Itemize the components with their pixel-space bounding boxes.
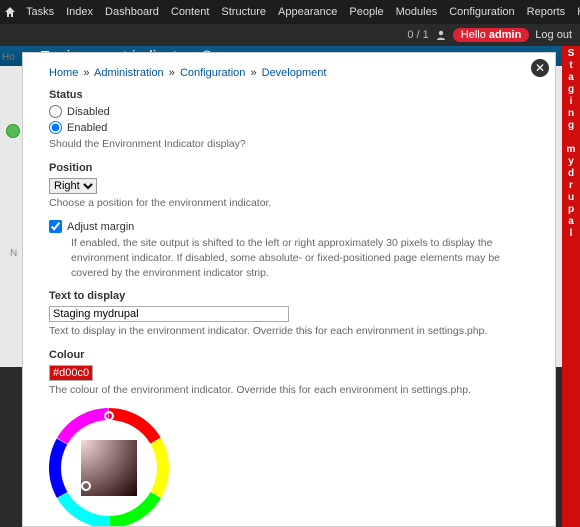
breadcrumb-dev[interactable]: Development (262, 67, 327, 79)
close-icon[interactable]: ✕ (531, 59, 549, 77)
text-desc: Text to display in the environment indic… (49, 324, 537, 339)
breadcrumb-config[interactable]: Configuration (180, 67, 245, 79)
toolbar-item-help[interactable]: Help (571, 0, 580, 24)
status-disabled-label: Disabled (67, 106, 110, 118)
colour-picker[interactable] (49, 408, 537, 527)
toolbar-item-appearance[interactable]: Appearance (272, 0, 343, 24)
breadcrumb-admin[interactable]: Administration (94, 67, 164, 79)
bg-letter: N (10, 248, 17, 259)
toolbar-item-modules[interactable]: Modules (390, 0, 444, 24)
colour-input[interactable] (49, 365, 93, 381)
toolbar-item-structure[interactable]: Structure (215, 0, 272, 24)
user-icon (435, 29, 447, 41)
breadcrumb: Home » Administration » Configuration » … (49, 67, 537, 79)
toolbar-item-dashboard[interactable]: Dashboard (99, 0, 165, 24)
toolbar-item-people[interactable]: People (343, 0, 389, 24)
position-select[interactable]: LeftRight (49, 178, 97, 194)
status-enabled-label: Enabled (67, 122, 107, 134)
admin-toolbar: Tasks Index Dashboard Content Structure … (0, 0, 580, 24)
adjust-margin-row[interactable]: Adjust margin (49, 220, 537, 233)
status-disabled-row[interactable]: Disabled (49, 105, 537, 118)
status-ok-icon (6, 124, 20, 138)
admin-toolbar-secondary: 0 / 1 Hello admin Log out (0, 24, 580, 46)
colour-heading: Colour (49, 349, 537, 361)
status-heading: Status (49, 89, 537, 101)
environment-indicator-strip: Staging mydrupal (562, 46, 580, 527)
status-enabled-radio[interactable] (49, 121, 62, 134)
adjust-margin-checkbox[interactable] (49, 220, 62, 233)
toolbar-item-configuration[interactable]: Configuration (443, 0, 520, 24)
status-desc: Should the Environment Indicator display… (49, 137, 537, 152)
status-disabled-radio[interactable] (49, 105, 62, 118)
toolbar-item-index[interactable]: Index (60, 0, 99, 24)
text-to-display-input[interactable] (49, 306, 289, 322)
hello-badge[interactable]: Hello admin (453, 28, 530, 42)
bg-tab: Ho (2, 52, 15, 63)
toolbar-item-content[interactable]: Content (165, 0, 216, 24)
logout-link[interactable]: Log out (535, 29, 572, 41)
adjust-margin-desc: If enabled, the site output is shifted t… (71, 236, 537, 280)
settings-overlay: ✕ Home » Administration » Configuration … (22, 52, 556, 527)
position-heading: Position (49, 162, 537, 174)
adjust-margin-label: Adjust margin (67, 221, 134, 233)
colour-desc: The colour of the environment indicator.… (49, 383, 537, 398)
breadcrumb-home[interactable]: Home (49, 67, 78, 79)
toolbar-item-tasks[interactable]: Tasks (20, 0, 60, 24)
text-heading: Text to display (49, 290, 537, 302)
home-icon[interactable] (4, 4, 16, 20)
toolbar-item-reports[interactable]: Reports (521, 0, 572, 24)
status-enabled-row[interactable]: Enabled (49, 121, 537, 134)
shortcut-counter: 0 / 1 (407, 29, 428, 41)
position-desc: Choose a position for the environment in… (49, 196, 537, 211)
